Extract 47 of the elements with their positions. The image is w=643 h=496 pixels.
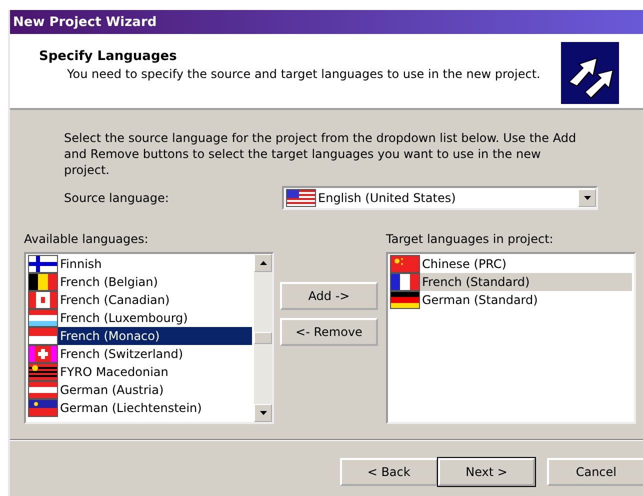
flag-icon [28,273,58,291]
instructions-text: Select the source language for the project from the dropdown list below. Use the Add and Remove buttons to select the target languages you want to use in the new project. [64,130,578,178]
flag-icon [390,273,420,291]
language-item[interactable]: German (Liechtenstein) [28,399,252,417]
arrows-logo-icon [561,42,619,104]
scroll-up-icon[interactable] [260,261,266,265]
language-item[interactable]: Chinese (PRC) [390,255,632,273]
flag-icon [28,381,58,399]
wizard-button[interactable]: Next > [438,458,536,486]
flag-icon [28,255,58,273]
flag-icon [286,189,316,207]
wizard-button[interactable]: < Back [340,458,438,486]
flag-icon [28,363,58,381]
language-item[interactable]: Finnish [28,255,252,273]
flag-icon [28,399,58,417]
language-item[interactable]: German (Austria) [28,381,252,399]
language-item[interactable]: FYRO Macedonian [28,363,252,381]
flag-icon [28,327,58,345]
scroll-up-button[interactable] [254,254,272,272]
flag-icon [28,309,58,327]
source-language-dropdown[interactable]: English (United States) [282,186,598,210]
target-languages-label: Target languages in project: [386,232,554,246]
available-languages-label: Available languages: [24,232,150,246]
scrollbar[interactable] [254,254,272,422]
flag-icon [390,291,420,309]
move-language-button[interactable]: Add -> [280,282,378,310]
dropdown-arrow-icon[interactable] [584,196,590,200]
language-item[interactable]: German (Standard) [390,291,632,309]
language-item[interactable]: French (Switzerland) [28,345,252,363]
language-item[interactable]: French (Luxembourg) [28,309,252,327]
flag-icon [28,345,58,363]
language-item[interactable]: French (Canadian) [28,291,252,309]
dropdown-button[interactable] [578,189,596,207]
move-language-button[interactable]: <- Remove [280,318,378,346]
page-title: Specify Languages [39,49,178,64]
flag-icon [390,255,420,273]
language-item[interactable]: French (Belgian) [28,273,252,291]
window-title: New Project Wizard [10,10,643,34]
source-language-label: Source language: [64,191,170,205]
language-item[interactable]: French (Monaco) [28,327,252,345]
dropdown-arrow-icon[interactable] [260,411,266,415]
scroll-thumb[interactable] [254,332,272,344]
language-item[interactable]: French (Standard) [390,273,632,291]
wizard-button[interactable]: Cancel [547,458,643,486]
scroll-down-button[interactable] [254,404,272,422]
page-subtitle: You need to specify the source and target languages to use in the new project. [66,67,540,81]
flag-icon [28,291,58,309]
